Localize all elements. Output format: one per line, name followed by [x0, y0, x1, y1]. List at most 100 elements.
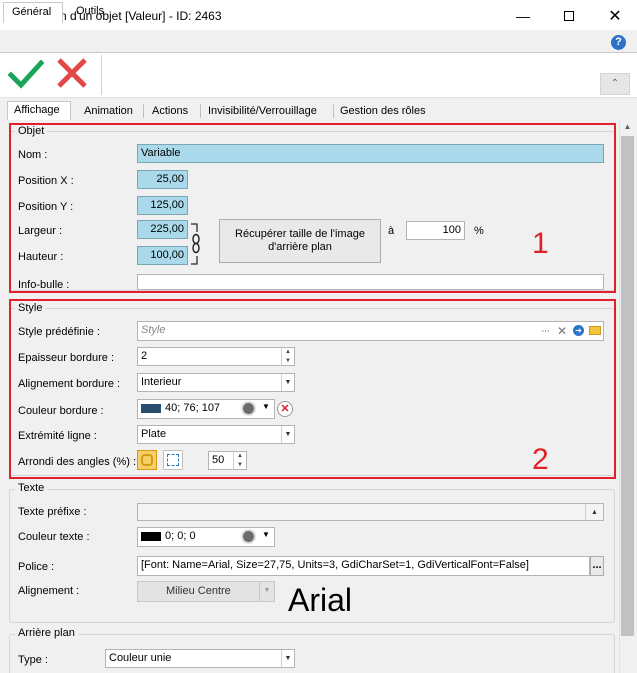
spin-down-icon[interactable]: ▼	[234, 461, 246, 470]
hauteur-input[interactable]: 100,00	[137, 246, 188, 265]
clear-icon[interactable]: ✕	[557, 324, 567, 338]
tab-gestion-roles[interactable]: Gestion des rôles	[334, 103, 432, 121]
type-select[interactable]: Couleur unie ▼	[105, 649, 295, 668]
link-ratio-icon[interactable]	[189, 222, 201, 266]
percent-unit: %	[474, 225, 484, 237]
texte-group-title: Texte	[15, 482, 48, 494]
a-label: à	[388, 225, 395, 237]
close-icon: ✕	[608, 7, 622, 25]
arrondi-angles-stepper[interactable]: 50 ▲ ▼	[208, 451, 247, 470]
rounded-corners-icon	[141, 454, 153, 466]
tab-separator	[200, 104, 201, 118]
recuperer-taille-button[interactable]: Récupérer taille de l'image d'arrière pl…	[219, 219, 381, 263]
type-value: Couleur unie	[109, 652, 172, 664]
tab-outils[interactable]: Outils	[68, 2, 112, 23]
arrondi-angles-label: Arrondi des angles (%) :	[18, 456, 136, 468]
couleur-texte-label: Couleur texte :	[18, 531, 90, 543]
info-bulle-input[interactable]	[137, 274, 604, 290]
alignement-texte-select[interactable]: Milieu Centre ▼	[137, 581, 275, 602]
top-tab-strip	[0, 31, 637, 53]
nom-input[interactable]: Variable	[137, 144, 604, 163]
epaisseur-bordure-label: Epaisseur bordure :	[18, 352, 114, 364]
spin-up-icon[interactable]: ▲	[234, 452, 246, 461]
tab-actions[interactable]: Actions	[146, 103, 194, 121]
expand-icon[interactable]: ▲	[585, 504, 603, 520]
spin-buttons[interactable]: ▲ ▼	[233, 452, 246, 469]
alignement-bordure-label: Alignement bordure :	[18, 378, 121, 390]
hauteur-label: Hauteur :	[18, 251, 64, 263]
folder-icon[interactable]	[589, 326, 601, 335]
objet-group-title: Objet	[15, 125, 48, 137]
texte-prefixe-input[interactable]: ▲	[137, 503, 604, 521]
largeur-label: Largeur :	[18, 225, 63, 237]
couleur-texte-swatch	[141, 531, 161, 541]
maximize-icon	[564, 10, 574, 21]
collapse-ribbon-button[interactable]: ⌃	[600, 73, 630, 95]
arriere-plan-group-title: Arrière plan	[15, 627, 78, 639]
annotation-number-2: 2	[532, 443, 549, 476]
style-predefinie-input[interactable]: Style	[137, 321, 604, 341]
toolbar-separator	[101, 55, 102, 95]
tab-invisibilite[interactable]: Invisibilité/Verrouillage	[202, 103, 323, 121]
alignement-texte-value: Milieu Centre	[166, 585, 231, 597]
position-x-input[interactable]: 25,00	[137, 170, 188, 189]
police-input[interactable]: [Font: Name=Arial, Size=27,75, Units=3, …	[137, 556, 590, 576]
maximize-button[interactable]	[546, 0, 592, 31]
help-icon[interactable]: ?	[611, 35, 626, 50]
extremite-ligne-select[interactable]: Plate ▼	[137, 425, 295, 444]
tab-general[interactable]: Général	[3, 2, 63, 23]
spin-down-icon[interactable]: ▼	[282, 357, 294, 366]
chevron-down-icon[interactable]: ▼	[262, 402, 270, 411]
type-label: Type :	[18, 654, 48, 666]
extremite-ligne-label: Extrémité ligne :	[18, 430, 97, 442]
position-y-input[interactable]: 125,00	[137, 196, 188, 215]
remove-color-icon[interactable]: ✕	[277, 401, 293, 417]
largeur-input[interactable]: 225,00	[137, 220, 188, 239]
percent-input[interactable]: 100	[406, 221, 465, 240]
rounded-corner-toggle[interactable]	[137, 450, 157, 470]
color-palette-icon[interactable]	[241, 401, 256, 416]
style-group-title: Style	[15, 302, 46, 314]
chevron-down-icon: ▼	[281, 426, 294, 443]
extremite-ligne-value: Plate	[141, 428, 167, 440]
police-label: Police :	[18, 561, 55, 573]
couleur-bordure-swatch	[141, 403, 161, 413]
color-palette-icon[interactable]	[241, 529, 256, 544]
annotation-number-1: 1	[532, 227, 549, 260]
couleur-bordure-label: Couleur bordure :	[18, 405, 104, 417]
spin-up-icon[interactable]: ▲	[282, 348, 294, 357]
scroll-up-icon[interactable]: ▲	[621, 122, 634, 134]
chevron-down-icon[interactable]: ▼	[262, 530, 270, 539]
chevron-down-icon: ▼	[281, 374, 294, 391]
minimize-button[interactable]: —	[500, 0, 546, 31]
style-predefinie-label: Style prédéfinie :	[18, 326, 100, 338]
tab-affichage[interactable]: Affichage	[7, 101, 71, 121]
epaisseur-bordure-stepper[interactable]: 2 ▲ ▼	[137, 347, 295, 366]
arrondi-angles-value: 50	[212, 454, 225, 466]
info-bulle-label: Info-bulle :	[18, 279, 70, 291]
font-preview: Arial	[288, 582, 353, 618]
square-corner-toggle[interactable]	[163, 450, 183, 470]
style-predefinie-placeholder: Style	[141, 324, 166, 336]
chevron-up-icon: ⌃	[610, 78, 620, 89]
tab-animation[interactable]: Animation	[78, 103, 139, 121]
epaisseur-bordure-value: 2	[141, 350, 148, 362]
goto-icon[interactable]: ➜	[573, 325, 584, 336]
chevron-down-icon: ▼	[281, 650, 294, 667]
texte-prefixe-label: Texte préfixe :	[18, 506, 87, 518]
check-icon[interactable]	[8, 58, 44, 90]
more-icon[interactable]: ···	[541, 325, 550, 337]
alignement-bordure-select[interactable]: Interieur ▼	[137, 373, 295, 392]
square-corners-icon	[167, 454, 179, 466]
cross-icon[interactable]	[55, 56, 89, 90]
position-y-label: Position Y :	[18, 201, 74, 213]
spin-buttons[interactable]: ▲ ▼	[281, 348, 294, 365]
police-browse-button[interactable]: ...	[590, 556, 604, 576]
alignement-bordure-value: Interieur	[141, 376, 182, 388]
position-x-label: Position X :	[18, 175, 74, 187]
scroll-thumb[interactable]	[621, 136, 634, 636]
minimize-icon: —	[516, 7, 530, 24]
close-button[interactable]: ✕	[592, 0, 637, 31]
chevron-down-icon: ▼	[259, 582, 274, 601]
nom-label: Nom :	[18, 149, 48, 161]
